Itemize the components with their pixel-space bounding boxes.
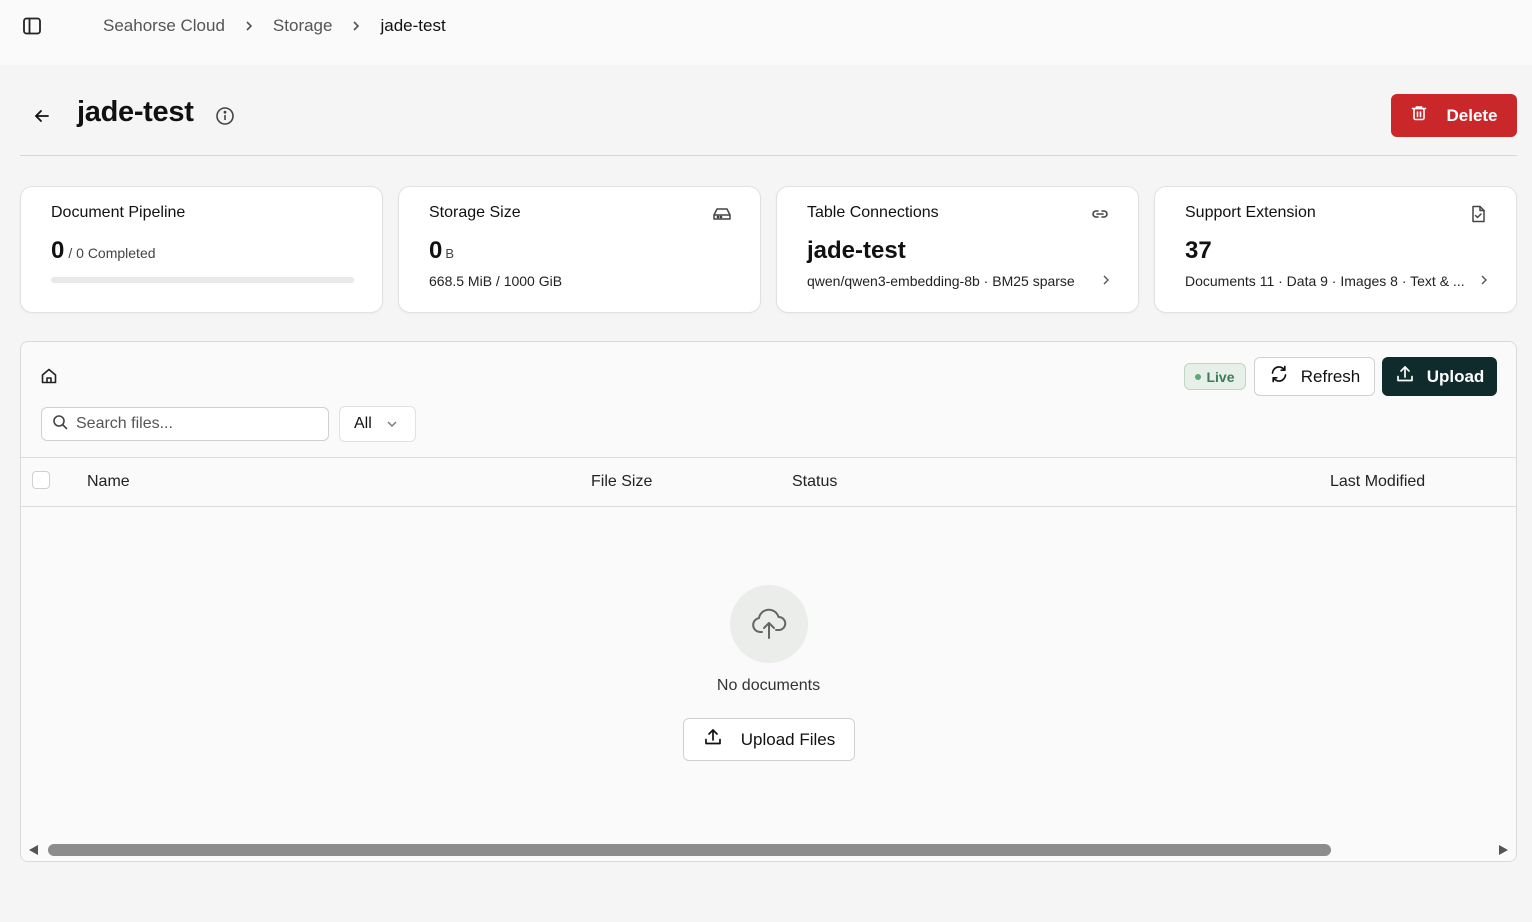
horizontal-scrollbar[interactable] <box>21 839 1516 861</box>
link-icon <box>1090 204 1110 224</box>
empty-state: No documents Upload Files <box>21 508 1516 838</box>
live-badge: Live <box>1184 363 1246 390</box>
trash-icon <box>1410 104 1428 127</box>
files-panel: Live Refresh Upload All <box>20 341 1517 862</box>
breadcrumb-current: jade-test <box>380 16 446 35</box>
storage-unit: B <box>445 246 455 261</box>
breadcrumb-seahorse-cloud[interactable]: Seahorse Cloud <box>103 16 225 36</box>
delete-button[interactable]: Delete <box>1391 94 1517 137</box>
table-header: Name File Size Status Last Modified <box>21 457 1516 507</box>
filter-value: All <box>354 415 372 432</box>
card-title: Storage Size <box>429 204 521 221</box>
extension-details: Documents 11 · Data 9 · Images 8 · Text … <box>1185 273 1488 289</box>
breadcrumb: Seahorse Cloud Storage jade-test <box>103 14 446 38</box>
cloud-upload-icon <box>730 585 808 663</box>
table-name: jade-test <box>807 237 906 264</box>
table-embedding-info: qwen/qwen3-embedding-8b · BM25 sparse <box>807 273 1075 289</box>
breadcrumb-storage[interactable]: Storage <box>273 16 333 36</box>
stat-cards: Document Pipeline 0/ 0 Completed Storage… <box>20 186 1517 313</box>
upload-button[interactable]: Upload <box>1382 357 1497 396</box>
refresh-icon <box>1269 364 1289 389</box>
card-support-extension[interactable]: Support Extension 37 Documents 11 · Data… <box>1154 186 1517 313</box>
filter-select[interactable]: All <box>339 406 416 442</box>
column-last-modified[interactable]: Last Modified <box>1330 473 1425 491</box>
refresh-button[interactable]: Refresh <box>1254 357 1375 396</box>
search-input[interactable] <box>76 415 316 433</box>
card-title: Support Extension <box>1185 204 1316 221</box>
live-dot <box>1195 373 1202 380</box>
pipeline-progress-bar <box>51 277 354 283</box>
back-arrow-icon[interactable] <box>30 104 54 128</box>
storage-value: 0B <box>429 237 455 264</box>
search-icon <box>52 414 68 435</box>
extension-breakdown: Documents 11 · Data 9 · Images 8 · Text … <box>1185 273 1465 289</box>
page-title: jade-test <box>77 96 194 128</box>
pipeline-count: 0/ 0 Completed <box>51 237 156 264</box>
card-document-pipeline: Document Pipeline 0/ 0 Completed <box>20 186 383 313</box>
sidebar-toggle-icon[interactable] <box>20 14 44 38</box>
card-title: Table Connections <box>807 204 939 221</box>
upload-icon <box>703 727 723 752</box>
hard-drive-icon <box>712 204 732 224</box>
chevron-right-icon <box>1480 273 1488 289</box>
card-title: Document Pipeline <box>51 204 186 221</box>
chevron-down-icon <box>386 415 398 433</box>
upload-files-label: Upload Files <box>740 729 836 749</box>
scrollbar-thumb[interactable] <box>48 844 1331 856</box>
top-bar: Seahorse Cloud Storage jade-test <box>0 0 1532 65</box>
pipeline-completed: / 0 Completed <box>68 245 156 261</box>
table-details: qwen/qwen3-embedding-8b · BM25 sparse <box>807 273 1110 289</box>
page-header: jade-test Delete <box>20 90 1517 156</box>
storage-quota: 668.5 MiB / 1000 GiB <box>429 273 563 289</box>
chevron-right-icon <box>225 20 273 32</box>
card-table-connections[interactable]: Table Connections jade-test qwen/qwen3-e… <box>776 186 1139 313</box>
info-icon[interactable] <box>214 105 236 127</box>
upload-files-button[interactable]: Upload Files <box>683 718 855 761</box>
upload-label: Upload <box>1426 366 1485 386</box>
live-label: Live <box>1206 368 1235 385</box>
file-check-icon <box>1468 204 1488 224</box>
select-all-checkbox[interactable] <box>32 471 50 489</box>
scroll-left-icon[interactable] <box>29 845 38 855</box>
upload-icon <box>1395 364 1415 389</box>
column-name[interactable]: Name <box>87 473 130 491</box>
search-box <box>41 407 329 441</box>
card-storage-size: Storage Size 0B 668.5 MiB / 1000 GiB <box>398 186 761 313</box>
column-status[interactable]: Status <box>792 473 837 491</box>
chevron-right-icon <box>332 20 380 32</box>
refresh-label: Refresh <box>1300 366 1361 386</box>
column-file-size[interactable]: File Size <box>591 473 652 491</box>
home-icon[interactable] <box>39 366 59 386</box>
extension-count: 37 <box>1185 237 1212 264</box>
empty-text: No documents <box>716 677 821 694</box>
chevron-right-icon <box>1102 273 1110 289</box>
scroll-right-icon[interactable] <box>1499 845 1508 855</box>
delete-label: Delete <box>1446 105 1498 125</box>
